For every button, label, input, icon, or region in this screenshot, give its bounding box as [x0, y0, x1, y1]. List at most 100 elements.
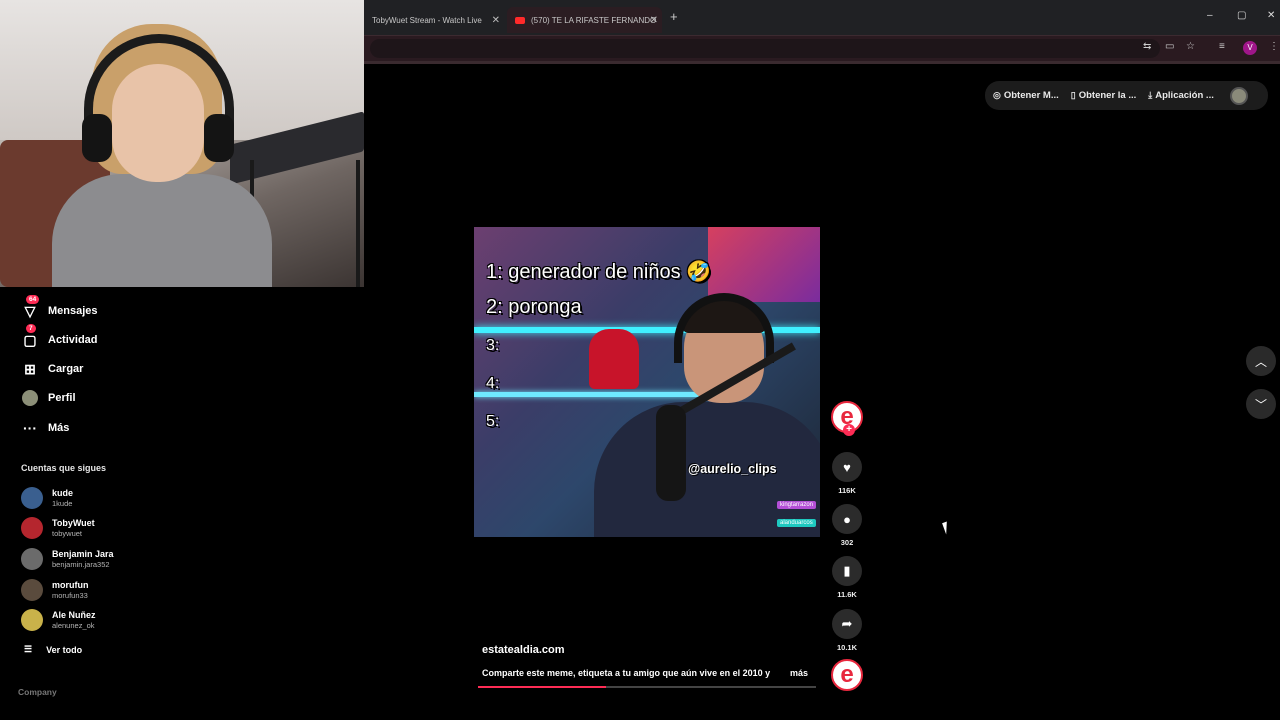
profile-picture — [22, 390, 38, 406]
sidebar-item-activity[interactable]: ▢ 7 Actividad — [20, 324, 98, 351]
restore-button[interactable]: ▢ — [1237, 10, 1246, 21]
get-coins-button[interactable]: ◎ Obtener M... — [993, 90, 1059, 101]
messages-badge: 64 — [26, 295, 40, 304]
headphone-right-cup — [204, 114, 234, 162]
download-icon: ⤓ — [1148, 90, 1153, 100]
video-text-line: 1: generador de niños 🤣 — [486, 261, 712, 283]
address-bar[interactable] — [370, 39, 1160, 58]
save-button[interactable]: ▮ 11.6K — [831, 556, 863, 599]
video-text-line: 3: — [486, 337, 500, 354]
following-account-morufun[interactable]: morufun morufun33 — [21, 579, 89, 601]
video-watermark: @aurelio_clips — [688, 462, 777, 476]
see-all-label: Ver todo — [46, 644, 83, 655]
sidebar-item-label: Mensajes — [48, 305, 98, 317]
previous-video-button[interactable]: ︿ — [1246, 346, 1276, 376]
toolbar-divider — [364, 61, 1280, 64]
following-section-title: Cuentas que sigues — [21, 463, 107, 473]
phone-icon: ▯ — [1070, 90, 1076, 100]
kebab-menu-icon[interactable]: ⋮ — [1269, 41, 1279, 52]
minimize-button[interactable]: – — [1207, 10, 1213, 21]
follow-plus-icon[interactable]: + — [843, 424, 855, 436]
account-name: Ale Nuñez — [52, 610, 96, 620]
messages-icon: ▽ 64 — [20, 295, 40, 321]
close-window-button[interactable]: ✕ — [1267, 10, 1275, 21]
streamer — [52, 24, 272, 287]
upload-icon: ⊞ — [24, 360, 36, 377]
streamer-body — [52, 174, 272, 287]
activity-icon: ▢ 7 — [23, 324, 37, 348]
video-progress-bar[interactable] — [478, 686, 816, 688]
account-handle: 1kude — [52, 499, 73, 508]
user-avatar[interactable] — [1229, 86, 1248, 105]
get-app-button[interactable]: ▯ Obtener la ... — [1071, 90, 1137, 101]
account-text: morufun morufun33 — [52, 580, 89, 600]
like-button[interactable]: ♥ 116K — [831, 452, 863, 495]
top-actions-bar: ◎ Obtener M... ▯ Obtener la ... ⤓ Aplica… — [985, 81, 1268, 110]
bookmark-star-icon[interactable]: ☆ — [1186, 41, 1195, 52]
company-link[interactable]: Company — [18, 687, 57, 697]
save-count: 11.6K — [837, 590, 857, 599]
account-name: kude — [52, 488, 74, 498]
music-disc-button[interactable]: e — [831, 659, 863, 691]
creator-avatar-button[interactable]: e + — [831, 401, 863, 436]
following-account-ale-nunez[interactable]: Ale Nuñez alenunez_ok — [21, 609, 96, 631]
mouse-cursor-icon — [942, 521, 951, 535]
chevron-down-icon: ﹀ — [1254, 397, 1267, 412]
see-all-button[interactable]: ☰ Ver todo — [24, 644, 82, 655]
video-text-line: 5: — [486, 413, 500, 430]
sidebar-item-label: Más — [48, 422, 70, 434]
sound-disc-icon: e — [831, 659, 863, 691]
sidebar-item-profile[interactable]: Perfil — [20, 387, 76, 409]
next-video-button[interactable]: ﹀ — [1246, 389, 1276, 419]
headphone-left-cup — [82, 114, 112, 162]
profile-icon — [20, 388, 40, 408]
account-text: Ale Nuñez alenunez_ok — [52, 610, 96, 630]
creator-logo: e + — [831, 401, 863, 436]
browser-tab-bar: TobyWuet Stream - Watch Live ✕ (570) TE … — [364, 0, 1280, 36]
sidebar-item-messages[interactable]: ▽ 64 Mensajes — [20, 295, 98, 322]
avatar — [21, 487, 43, 509]
desktop-app-button[interactable]: ⤓ Aplicación ... — [1148, 90, 1214, 101]
tab-youtube-video[interactable]: (570) TE LA RIFASTE FERNANDO ✕ — [507, 7, 662, 33]
video-player[interactable]: 1: generador de niños 🤣 2: poronga 3: 4:… — [474, 227, 820, 537]
see-more-button[interactable]: más — [790, 668, 808, 678]
sidebar-item-label: Perfil — [48, 392, 76, 404]
heart-icon: ♥ — [832, 452, 862, 482]
account-handle: alenunez_ok — [52, 621, 95, 630]
comment-icon: ● — [832, 504, 862, 534]
comment-button[interactable]: ● 302 — [831, 504, 863, 547]
more-icon: ··· — [23, 420, 37, 436]
extensions-icon[interactable]: ≡ — [1219, 41, 1225, 52]
following-account-kude[interactable]: kude 1kude — [21, 487, 73, 509]
share-button[interactable]: ➦ 10.1K — [831, 609, 863, 652]
profile-avatar[interactable]: V — [1243, 41, 1257, 55]
translate-icon[interactable]: ⇆ — [1143, 41, 1151, 52]
account-handle: morufun33 — [52, 591, 88, 600]
following-account-benjamin-jara[interactable]: Benjamin Jara benjamin.jara352 — [21, 548, 114, 570]
tab-tobywuet-stream[interactable]: TobyWuet Stream - Watch Live ✕ — [364, 7, 504, 33]
chevron-up-icon: ︿ — [1254, 354, 1267, 369]
share-count: 10.1K — [836, 643, 857, 652]
sidebar-item-more[interactable]: ··· Más — [20, 417, 69, 439]
avatar — [21, 517, 43, 539]
comment-count: 302 — [840, 538, 854, 547]
account-text: kude 1kude — [52, 488, 73, 508]
account-name: TobyWuet — [52, 518, 95, 528]
activity-badge: 7 — [26, 324, 36, 333]
account-handle: tobywuet — [52, 529, 83, 538]
chat-pill: alanduarcos — [777, 519, 816, 527]
sound-disc-letter: e — [840, 661, 854, 688]
video-text-line: 2: poronga — [486, 296, 582, 318]
microphone-icon — [656, 405, 686, 501]
account-name: morufun — [52, 580, 89, 590]
red-figurine — [589, 329, 639, 389]
cast-icon[interactable]: ▭ — [1165, 41, 1174, 52]
following-account-tobywuet[interactable]: TobyWuet tobywuet — [21, 517, 95, 539]
close-tab-icon[interactable]: ✕ — [492, 15, 500, 26]
avatar — [21, 579, 43, 601]
new-tab-button[interactable]: + — [670, 9, 678, 24]
close-tab-icon[interactable]: ✕ — [650, 15, 658, 26]
post-author[interactable]: estatealdia.com — [482, 644, 565, 656]
sidebar-item-upload[interactable]: ⊞ Cargar — [20, 358, 83, 380]
tab-title: (570) TE LA RIFASTE FERNANDO — [531, 15, 657, 25]
